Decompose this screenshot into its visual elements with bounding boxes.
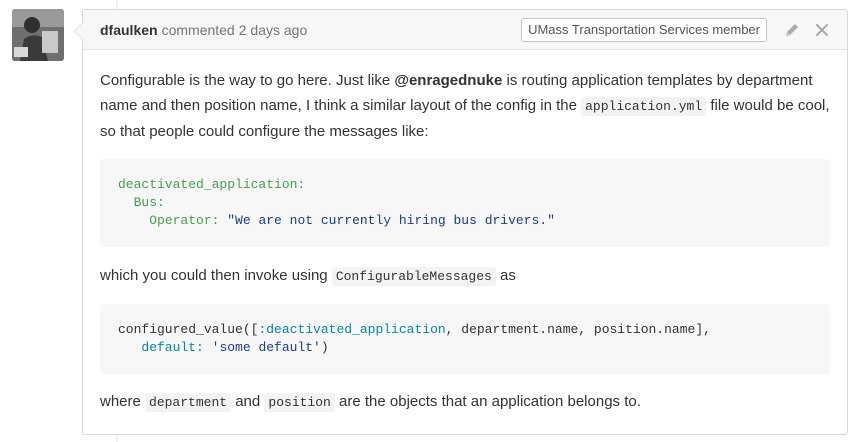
paragraph-2: which you could then invoke using Config… xyxy=(100,267,516,286)
comment-body: Configurable is the way to go here. Just… xyxy=(83,50,847,415)
comment-header-actions: UMass Transportation Services member xyxy=(521,18,833,42)
member-badge: UMass Transportation Services member xyxy=(521,18,767,42)
comment-action: commented xyxy=(161,21,235,38)
comment-author[interactable]: dfaulken xyxy=(100,22,158,38)
comment-timestamp[interactable]: 2 days ago xyxy=(239,22,308,38)
inline-code-department: department xyxy=(145,393,232,412)
pencil-icon[interactable] xyxy=(781,19,803,41)
inline-code-position: position xyxy=(264,393,335,412)
avatar[interactable] xyxy=(12,9,64,61)
inline-code-configurable-messages: ConfigurableMessages xyxy=(331,267,496,286)
yaml-code-block: deactivated_application: Bus: Operator: … xyxy=(100,159,830,247)
paragraph-1: Configurable is the way to go here. Just… xyxy=(100,72,830,140)
paragraph-3: where department and position are the ob… xyxy=(100,393,641,412)
user-mention[interactable]: @enragednuke xyxy=(394,72,502,89)
comment: dfaulken commented 2 days ago UMass Tran… xyxy=(74,9,848,435)
comment-header: dfaulken commented 2 days ago UMass Tran… xyxy=(83,10,847,50)
ruby-code-block: configured_value([:deactivated_applicati… xyxy=(100,304,830,374)
inline-code-application-yml: application.yml xyxy=(581,97,707,116)
close-icon[interactable] xyxy=(811,19,833,41)
avatar-image xyxy=(12,9,64,61)
